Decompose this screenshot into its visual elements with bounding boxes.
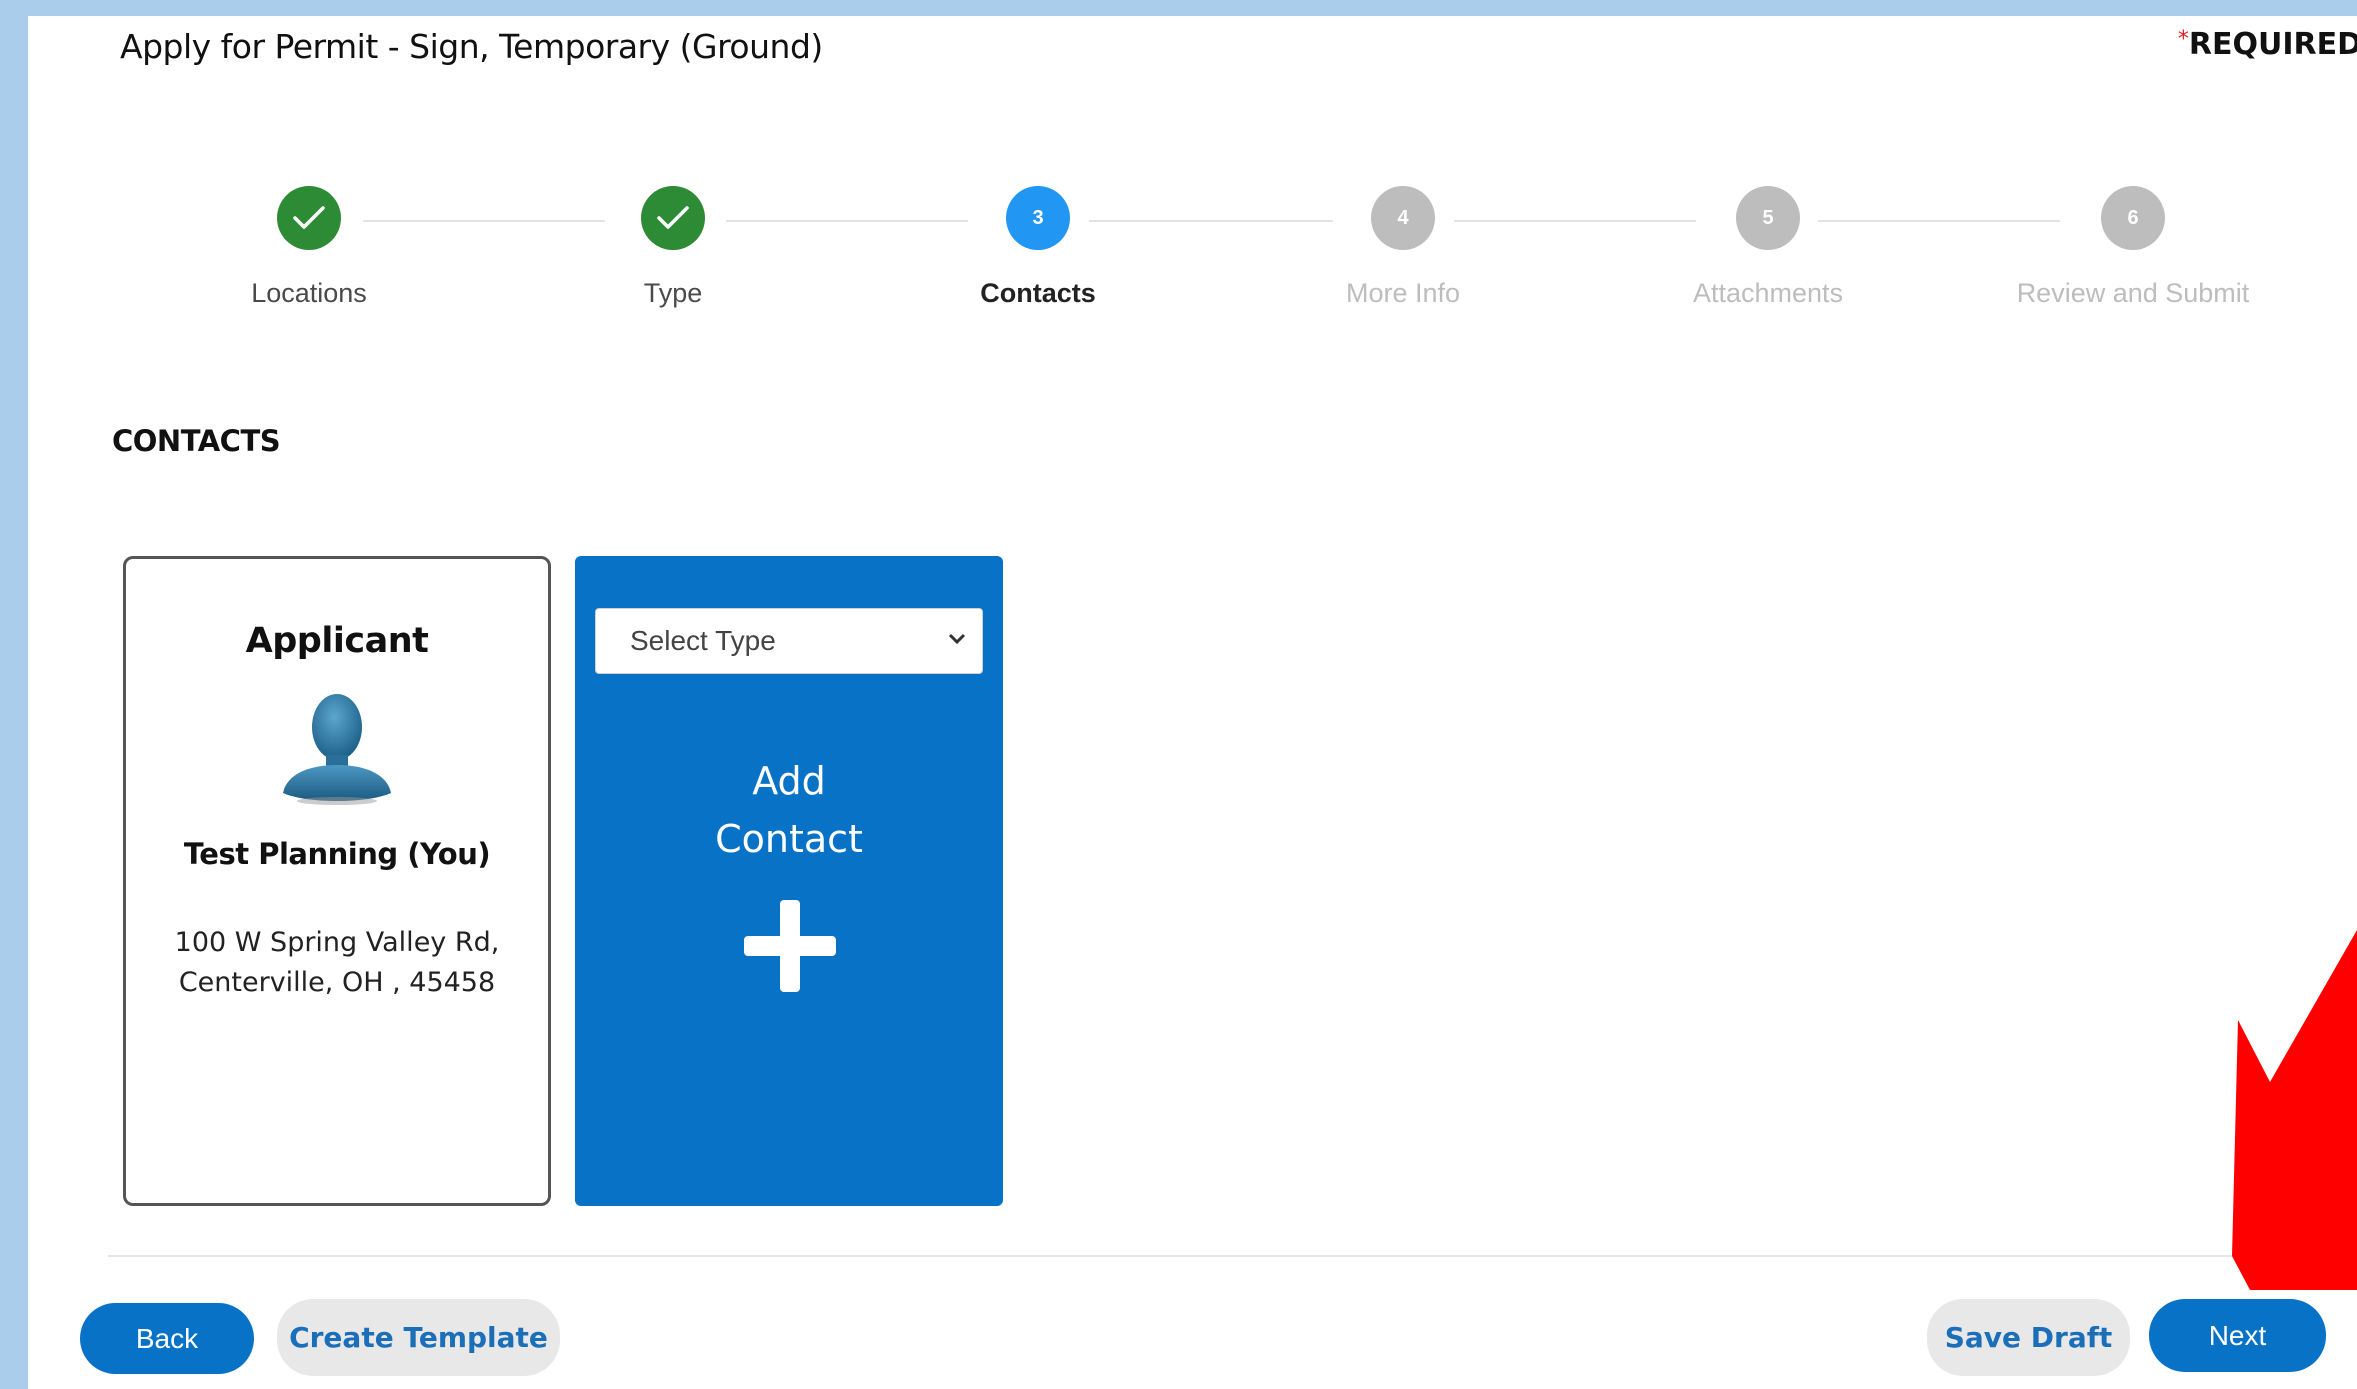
check-icon [277,186,341,250]
step-label: Type [643,278,703,308]
plus-icon[interactable] [744,900,836,992]
address-line-1: 100 W Spring Valley Rd, [174,927,500,958]
save-draft-button[interactable]: Save Draft [1927,1299,2130,1376]
add-contact-label: Add Contact [575,752,1003,868]
check-icon [641,186,705,250]
step-label: Review and Submit [2016,278,2250,308]
add-line-1: Add [752,759,826,803]
step-number: 3 [1006,186,1070,250]
contacts-section-title: CONTACTS [112,424,281,458]
step-label: Attachments [1692,278,1844,308]
create-template-button[interactable]: Create Template [277,1299,560,1376]
applicant-contact-card[interactable]: Applicant Test Planning (You) 100 W Spri… [123,556,551,1206]
permit-application-page: Apply for Permit - Sign, Temporary (Grou… [28,16,2357,1389]
select-value: Select Type [630,625,776,656]
step-type[interactable]: Type [523,186,823,309]
add-line-2: Contact [715,817,863,861]
step-contacts[interactable]: 3 Contacts [888,186,1188,309]
required-indicator: *REQUIRED [2178,27,2357,62]
next-button[interactable]: Next [2149,1299,2326,1372]
step-locations[interactable]: Locations [159,186,459,309]
required-label: REQUIRED [2188,27,2357,62]
footer-divider [108,1255,2328,1257]
required-star: * [2177,27,2189,52]
person-silhouette-icon [277,689,397,807]
chevron-down-icon [948,632,966,650]
address-line-2: Centerville, OH , 45458 [178,967,496,998]
step-attachments[interactable]: 5 Attachments [1618,186,1918,309]
step-label: Contacts [980,278,1096,308]
progress-stepper: Locations Type 3 Contacts 4 More Info 5 … [28,186,2357,356]
step-review-submit[interactable]: 6 Review and Submit [1983,186,2283,309]
step-label: Locations [251,278,367,308]
step-label: More Info [1345,278,1461,308]
step-number: 5 [1736,186,1800,250]
contact-type-select[interactable]: Select Type [595,608,983,674]
step-more-info[interactable]: 4 More Info [1253,186,1553,309]
add-contact-card[interactable]: Select Type Add Contact [575,556,1003,1206]
contact-name: Test Planning (You) [183,837,491,871]
step-number: 6 [2101,186,2165,250]
step-number: 4 [1371,186,1435,250]
contact-address: 100 W Spring Valley Rd, Centerville, OH … [126,923,548,1003]
page-title: Apply for Permit - Sign, Temporary (Grou… [120,27,823,66]
back-button[interactable]: Back [80,1303,254,1374]
contact-type: Applicant [245,621,429,661]
